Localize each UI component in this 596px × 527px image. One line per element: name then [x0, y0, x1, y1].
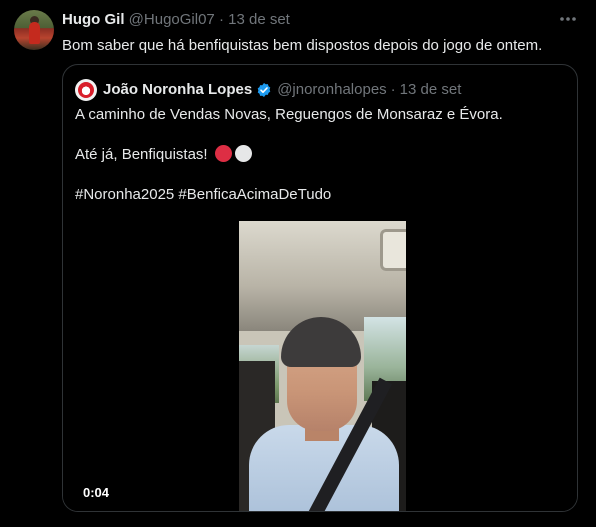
separator-dot: · — [390, 81, 396, 98]
video-frame[interactable] — [239, 221, 406, 511]
tweet[interactable]: Hugo Gil @HugoGil07 · 13 de set Bom sabe… — [0, 0, 596, 527]
quoted-tweet-date[interactable]: 13 de set — [400, 80, 462, 100]
quoted-tweet[interactable]: João Noronha Lopes @jnoronhalopes · 13 d… — [62, 64, 578, 512]
quoted-text-line-2: Até já, Benfiquistas! — [75, 145, 252, 165]
red-circle-icon — [214, 145, 232, 162]
video-player[interactable]: 0:04 — [63, 221, 577, 511]
author-handle[interactable]: @HugoGil07 — [129, 11, 215, 28]
sun-visor — [380, 229, 406, 271]
benfica-logo-icon — [78, 82, 94, 98]
white-circle-icon — [234, 145, 252, 162]
video-timestamp: 0:04 — [83, 485, 110, 500]
author-avatar[interactable] — [14, 10, 54, 50]
quoted-author-name[interactable]: João Noronha Lopes — [103, 80, 252, 100]
avatar-figure-body — [29, 22, 40, 44]
quoted-text-line-1: A caminho de Vendas Novas, Reguengos de … — [75, 106, 503, 123]
quoted-author-handle[interactable]: @jnoronhalopes — [277, 80, 386, 100]
tweet-date[interactable]: 13 de set — [228, 11, 290, 28]
quoted-author-avatar[interactable] — [75, 79, 97, 101]
more-icon — [560, 17, 576, 21]
verified-badge-icon — [257, 83, 271, 97]
tweet-text: Bom saber que há benfiquistas bem dispos… — [62, 37, 543, 54]
quoted-text-greeting: Até já, Benfiquistas! — [75, 146, 208, 163]
quoted-tweet-header: João Noronha Lopes @jnoronhalopes · 13 d… — [75, 79, 461, 101]
more-options-icon[interactable] — [558, 10, 578, 28]
author-name[interactable]: Hugo Gil — [62, 11, 125, 28]
separator-dot: · — [218, 11, 224, 28]
quoted-hashtags[interactable]: #Noronha2025 #BenficaAcimaDeTudo — [75, 185, 331, 205]
tweet-header: Hugo Gil @HugoGil07 · 13 de set — [62, 11, 290, 29]
